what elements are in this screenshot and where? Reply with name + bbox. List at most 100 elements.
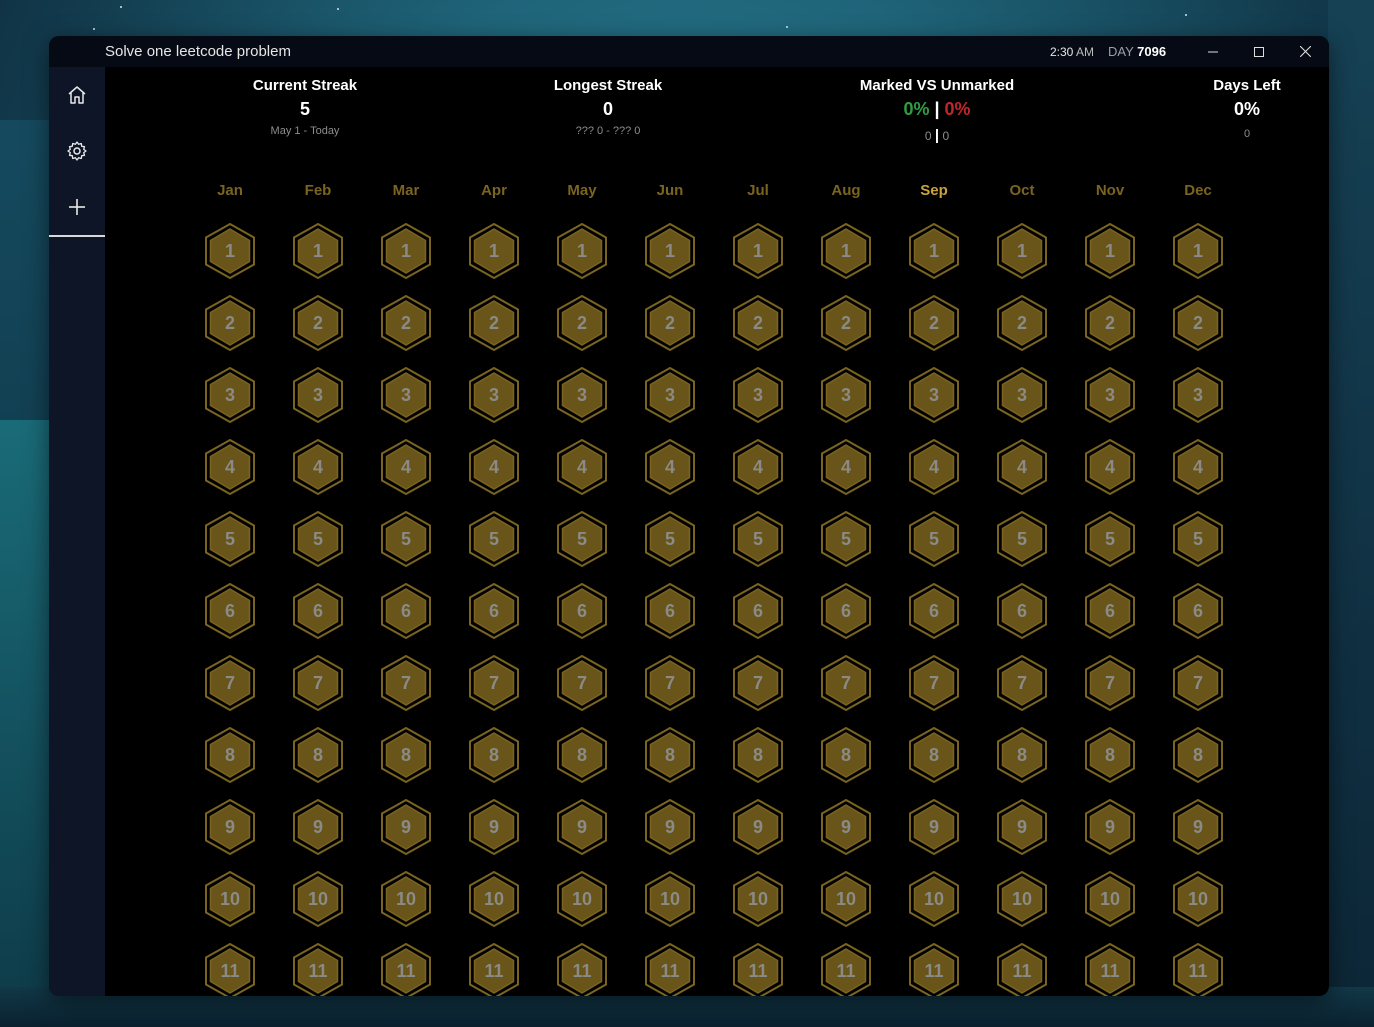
day-cell[interactable]: 6 bbox=[467, 582, 521, 640]
day-cell[interactable]: 9 bbox=[1171, 798, 1225, 856]
day-cell[interactable]: 3 bbox=[203, 366, 257, 424]
day-cell[interactable]: 2 bbox=[555, 294, 609, 352]
day-cell[interactable]: 5 bbox=[467, 510, 521, 568]
day-cell[interactable]: 8 bbox=[555, 726, 609, 784]
day-cell[interactable]: 5 bbox=[731, 510, 785, 568]
sidebar-item-add[interactable] bbox=[49, 185, 105, 229]
day-cell[interactable]: 3 bbox=[1171, 366, 1225, 424]
day-cell[interactable]: 11 bbox=[731, 942, 785, 996]
day-cell[interactable]: 3 bbox=[819, 366, 873, 424]
day-cell[interactable]: 3 bbox=[995, 366, 1049, 424]
day-cell[interactable]: 5 bbox=[995, 510, 1049, 568]
day-cell[interactable]: 8 bbox=[731, 726, 785, 784]
day-cell[interactable]: 6 bbox=[379, 582, 433, 640]
day-cell[interactable]: 11 bbox=[379, 942, 433, 996]
day-cell[interactable]: 8 bbox=[203, 726, 257, 784]
day-cell[interactable]: 11 bbox=[643, 942, 697, 996]
day-cell[interactable]: 9 bbox=[555, 798, 609, 856]
day-cell[interactable]: 8 bbox=[1171, 726, 1225, 784]
day-cell[interactable]: 7 bbox=[467, 654, 521, 712]
day-cell[interactable]: 7 bbox=[1083, 654, 1137, 712]
day-cell[interactable]: 7 bbox=[731, 654, 785, 712]
day-cell[interactable]: 5 bbox=[1171, 510, 1225, 568]
day-cell[interactable]: 2 bbox=[995, 294, 1049, 352]
day-cell[interactable]: 2 bbox=[1083, 294, 1137, 352]
day-cell[interactable]: 9 bbox=[203, 798, 257, 856]
day-cell[interactable]: 8 bbox=[643, 726, 697, 784]
day-cell[interactable]: 8 bbox=[819, 726, 873, 784]
day-cell[interactable]: 1 bbox=[819, 222, 873, 280]
day-cell[interactable]: 2 bbox=[1171, 294, 1225, 352]
day-cell[interactable]: 1 bbox=[995, 222, 1049, 280]
day-cell[interactable]: 3 bbox=[555, 366, 609, 424]
day-cell[interactable]: 1 bbox=[203, 222, 257, 280]
day-cell[interactable]: 11 bbox=[203, 942, 257, 996]
day-cell[interactable]: 4 bbox=[995, 438, 1049, 496]
day-cell[interactable]: 1 bbox=[1171, 222, 1225, 280]
day-cell[interactable]: 4 bbox=[643, 438, 697, 496]
day-cell[interactable]: 2 bbox=[203, 294, 257, 352]
day-cell[interactable]: 11 bbox=[995, 942, 1049, 996]
day-cell[interactable]: 8 bbox=[291, 726, 345, 784]
day-cell[interactable]: 2 bbox=[907, 294, 961, 352]
day-cell[interactable]: 6 bbox=[995, 582, 1049, 640]
day-cell[interactable]: 9 bbox=[467, 798, 521, 856]
day-cell[interactable]: 4 bbox=[555, 438, 609, 496]
day-cell[interactable]: 10 bbox=[467, 870, 521, 928]
day-cell[interactable]: 7 bbox=[819, 654, 873, 712]
day-cell[interactable]: 2 bbox=[467, 294, 521, 352]
day-cell[interactable]: 8 bbox=[1083, 726, 1137, 784]
day-cell[interactable]: 4 bbox=[731, 438, 785, 496]
day-cell[interactable]: 4 bbox=[467, 438, 521, 496]
title-bar[interactable]: Solve one leetcode problem 2:30 AM DAY 7… bbox=[49, 36, 1329, 67]
day-cell[interactable]: 7 bbox=[203, 654, 257, 712]
day-cell[interactable]: 4 bbox=[819, 438, 873, 496]
day-cell[interactable]: 10 bbox=[995, 870, 1049, 928]
day-cell[interactable]: 6 bbox=[291, 582, 345, 640]
day-cell[interactable]: 3 bbox=[379, 366, 433, 424]
day-cell[interactable]: 2 bbox=[731, 294, 785, 352]
day-cell[interactable]: 4 bbox=[291, 438, 345, 496]
day-cell[interactable]: 9 bbox=[291, 798, 345, 856]
day-cell[interactable]: 5 bbox=[291, 510, 345, 568]
day-cell[interactable]: 3 bbox=[731, 366, 785, 424]
maximize-button[interactable] bbox=[1236, 36, 1282, 67]
sidebar-item-settings[interactable] bbox=[49, 129, 105, 173]
day-cell[interactable]: 11 bbox=[907, 942, 961, 996]
day-cell[interactable]: 1 bbox=[467, 222, 521, 280]
day-cell[interactable]: 10 bbox=[643, 870, 697, 928]
sidebar-item-home[interactable] bbox=[49, 73, 105, 117]
day-cell[interactable]: 5 bbox=[907, 510, 961, 568]
day-cell[interactable]: 9 bbox=[819, 798, 873, 856]
day-cell[interactable]: 11 bbox=[291, 942, 345, 996]
day-cell[interactable]: 9 bbox=[1083, 798, 1137, 856]
day-cell[interactable]: 11 bbox=[555, 942, 609, 996]
day-cell[interactable]: 3 bbox=[643, 366, 697, 424]
day-cell[interactable]: 10 bbox=[1083, 870, 1137, 928]
day-cell[interactable]: 10 bbox=[291, 870, 345, 928]
day-cell[interactable]: 6 bbox=[731, 582, 785, 640]
day-cell[interactable]: 3 bbox=[1083, 366, 1137, 424]
day-cell[interactable]: 9 bbox=[379, 798, 433, 856]
day-cell[interactable]: 6 bbox=[203, 582, 257, 640]
day-cell[interactable]: 6 bbox=[819, 582, 873, 640]
day-cell[interactable]: 11 bbox=[819, 942, 873, 996]
day-cell[interactable]: 9 bbox=[643, 798, 697, 856]
day-cell[interactable]: 9 bbox=[995, 798, 1049, 856]
day-cell[interactable]: 9 bbox=[907, 798, 961, 856]
day-cell[interactable]: 4 bbox=[1171, 438, 1225, 496]
day-cell[interactable]: 11 bbox=[1171, 942, 1225, 996]
day-cell[interactable]: 1 bbox=[555, 222, 609, 280]
day-cell[interactable]: 9 bbox=[731, 798, 785, 856]
day-cell[interactable]: 8 bbox=[995, 726, 1049, 784]
day-cell[interactable]: 5 bbox=[819, 510, 873, 568]
day-cell[interactable]: 10 bbox=[731, 870, 785, 928]
day-cell[interactable]: 1 bbox=[1083, 222, 1137, 280]
day-cell[interactable]: 6 bbox=[1083, 582, 1137, 640]
day-cell[interactable]: 1 bbox=[291, 222, 345, 280]
day-cell[interactable]: 8 bbox=[379, 726, 433, 784]
day-cell[interactable]: 5 bbox=[643, 510, 697, 568]
day-cell[interactable]: 10 bbox=[1171, 870, 1225, 928]
day-cell[interactable]: 1 bbox=[907, 222, 961, 280]
day-cell[interactable]: 7 bbox=[1171, 654, 1225, 712]
